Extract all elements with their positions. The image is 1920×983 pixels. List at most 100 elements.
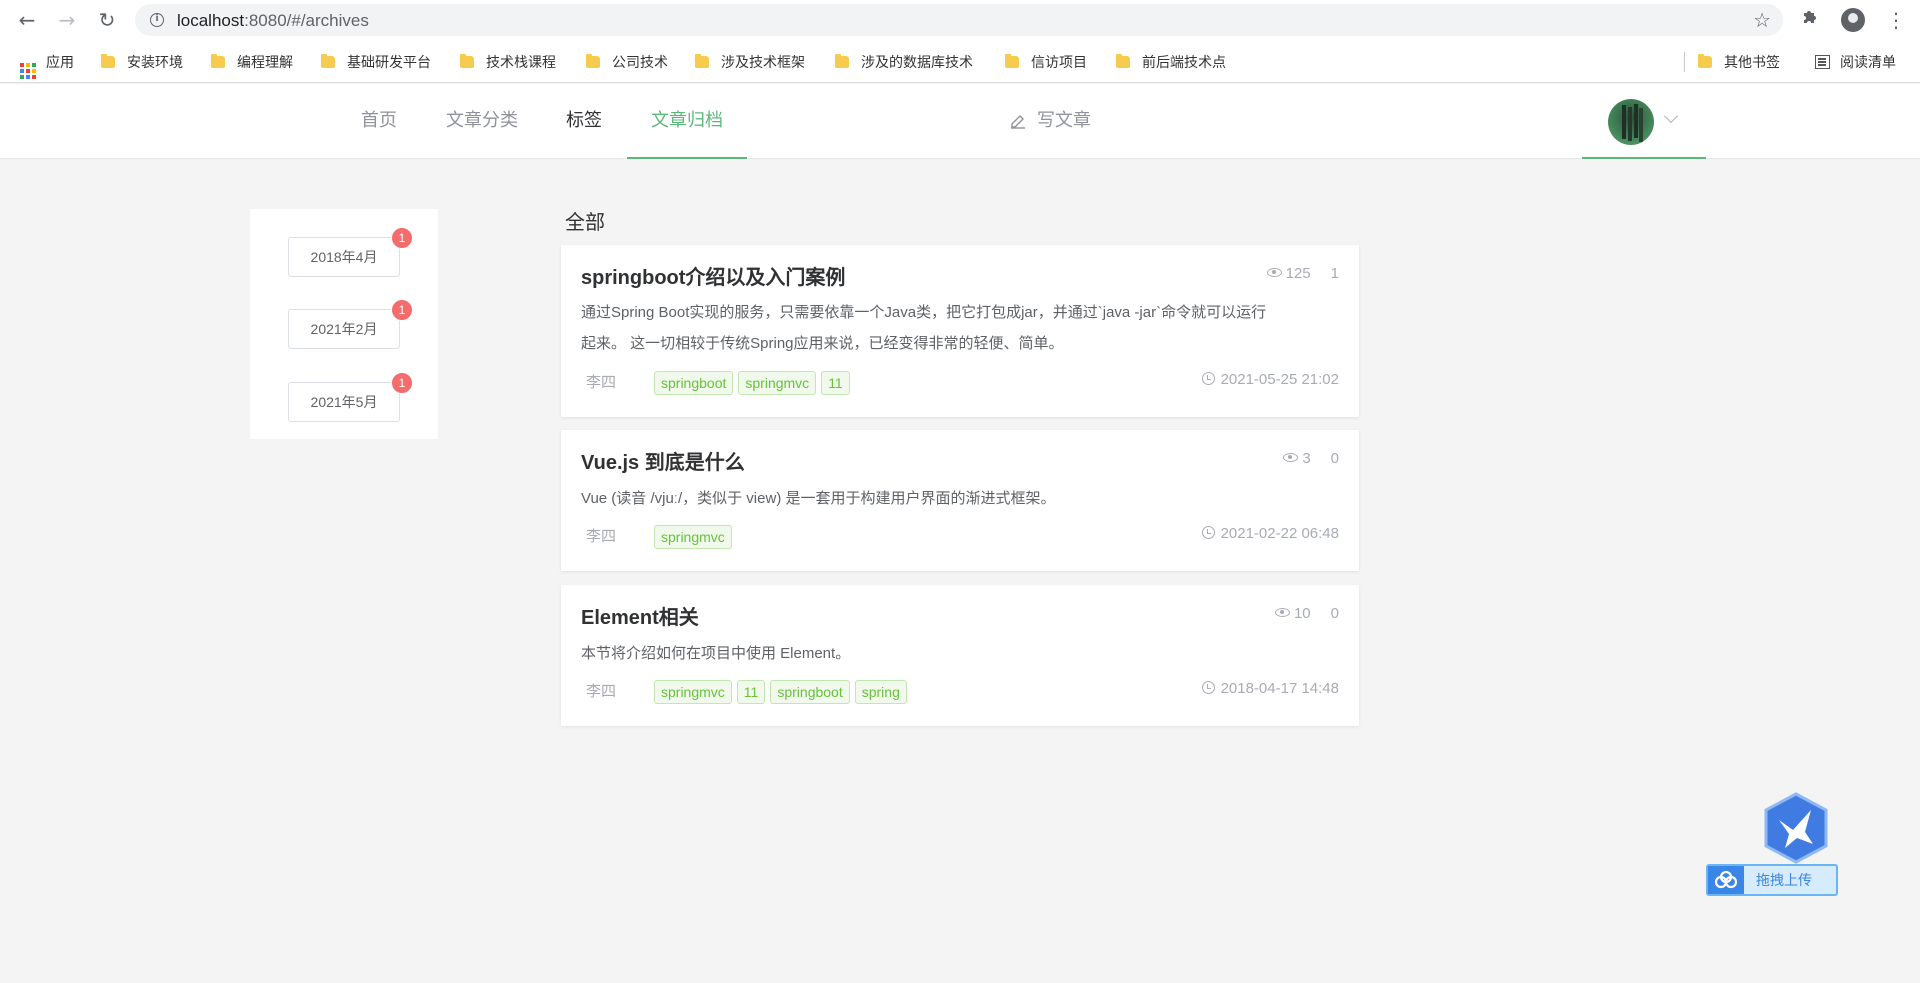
eye-icon — [1274, 608, 1290, 617]
article-card[interactable]: springboot介绍以及入门案例 125 1 通过Spring Boot实现的… — [561, 245, 1359, 417]
article-summary: Vue (读音 /vjuː/，类似于 view) 是一套用于构建用户界面的渐进式… — [581, 490, 1056, 507]
clock-icon — [1201, 372, 1215, 385]
article-title[interactable]: springboot介绍以及入门案例 — [581, 261, 845, 290]
eye-icon — [1266, 268, 1282, 277]
bookmark-folder[interactable]: 涉及技术框架 — [695, 51, 805, 73]
folder-icon — [211, 54, 225, 68]
bookmark-folder[interactable]: 信访项目 — [1005, 51, 1087, 73]
avatar[interactable] — [1608, 99, 1654, 145]
folder-icon — [101, 54, 115, 68]
nav-archives[interactable]: 文章归档 — [627, 84, 747, 159]
author-name: 李四 — [586, 528, 617, 545]
article-card[interactable]: Vue.js 到底是什么 30 Vue (读音 /vjuː/，类似于 view)… — [561, 430, 1359, 571]
pen-icon — [1011, 115, 1025, 129]
archive-month-button[interactable]: 2021年2月 1 — [288, 299, 413, 349]
folder-icon — [460, 54, 474, 68]
view-count: 125 — [1285, 265, 1311, 282]
bookmark-folder[interactable]: 公司技术 — [586, 51, 668, 73]
reading-list-icon — [1815, 55, 1830, 69]
archive-month-button[interactable]: 2021年5月 1 — [288, 372, 413, 422]
chevron-down-icon[interactable] — [1663, 108, 1679, 124]
article-stats: 125 1 — [1266, 265, 1339, 282]
bookmarks-divider — [1684, 52, 1685, 72]
article-footer: 李四 springboot springmvc 11 — [586, 371, 855, 395]
view-count: 3 — [1302, 450, 1311, 467]
folder-icon — [586, 54, 600, 68]
tag[interactable]: spring — [854, 680, 907, 704]
comment-count: 1 — [1330, 265, 1339, 282]
bird-logo-icon[interactable] — [1763, 792, 1829, 864]
article-stats: 10 0 — [1274, 605, 1339, 622]
apps-grid-icon — [20, 63, 36, 79]
tag[interactable]: springmvc — [654, 525, 732, 549]
author-name: 李四 — [586, 683, 617, 700]
count-badge: 1 — [391, 372, 413, 394]
nav-categories[interactable]: 文章分类 — [432, 84, 532, 159]
folder-icon — [1116, 54, 1130, 68]
bookmarks-bar: 应用 安装环境 编程理解 基础研发平台 技术栈课程 公司技术 涉及技术框架 涉及… — [0, 41, 1920, 83]
tag[interactable]: 11 — [821, 371, 850, 395]
clock-icon — [1201, 526, 1215, 539]
drag-upload-widget[interactable]: 拖拽上传 — [1706, 792, 1838, 898]
nav-tags[interactable]: 标签 — [548, 84, 620, 159]
folder-icon — [321, 54, 335, 68]
site-header: 首页 文章分类 标签 文章归档 写文章 — [0, 84, 1920, 159]
clock-icon — [1201, 681, 1215, 694]
upload-bar[interactable]: 拖拽上传 — [1706, 864, 1838, 896]
article-footer: 李四 springmvc — [586, 525, 737, 549]
back-arrow-icon[interactable]: ← — [15, 8, 39, 32]
eye-icon — [1283, 453, 1299, 462]
site-info-icon[interactable]: i — [150, 13, 164, 27]
tag[interactable]: springboot — [770, 680, 850, 704]
article-stats: 30 — [1283, 450, 1339, 467]
url-text[interactable]: localhost:8080/#/archives — [177, 11, 369, 31]
tag[interactable]: springboot — [654, 371, 734, 395]
section-title: 全部 — [565, 212, 605, 234]
view-count: 10 — [1293, 605, 1311, 622]
more-menu-icon[interactable]: ⋮ — [1886, 8, 1906, 32]
article-title[interactable]: Vue.js 到底是什么 — [581, 446, 745, 475]
article-summary: 通过Spring Boot实现的服务，只需要依靠一个Java类，把它打包成jar… — [581, 304, 1267, 352]
folder-icon — [695, 54, 709, 68]
article-date: 2018-04-17 14:48 — [1201, 680, 1339, 697]
folder-icon — [1005, 54, 1019, 68]
bookmark-folder[interactable]: 涉及的数据库技术 — [835, 51, 973, 73]
bookmark-folder[interactable]: 基础研发平台 — [321, 51, 431, 73]
folder-icon — [1698, 54, 1712, 68]
forward-arrow-icon[interactable]: → — [55, 8, 79, 32]
bookmark-star-icon[interactable]: ☆ — [1753, 8, 1771, 32]
reading-list[interactable]: 阅读清单 — [1815, 51, 1896, 73]
article-date: 2021-02-22 06:48 — [1201, 525, 1339, 542]
address-bar[interactable]: i localhost:8080/#/archives ☆ — [135, 4, 1783, 36]
folder-icon — [835, 54, 849, 68]
other-bookmarks[interactable]: 其他书签 — [1698, 51, 1780, 73]
comment-count: 0 — [1330, 450, 1339, 467]
bookmark-folder[interactable]: 前后端技术点 — [1116, 51, 1226, 73]
bookmark-folder[interactable]: 技术栈课程 — [460, 51, 556, 73]
nav-home[interactable]: 首页 — [338, 84, 420, 159]
archive-month-button[interactable]: 2018年4月 1 — [288, 227, 413, 277]
profile-avatar-icon[interactable] — [1841, 8, 1865, 32]
archive-sidebar: 2018年4月 1 2021年2月 1 2021年5月 1 — [250, 209, 438, 439]
article-footer: 李四 springmvc 11 springboot spring — [586, 680, 912, 704]
article-card[interactable]: Element相关 10 0 本节将介绍如何在项目中使用 Element。 李四 s… — [561, 585, 1359, 726]
author-name: 李四 — [586, 374, 617, 391]
count-badge: 1 — [391, 227, 413, 249]
write-article-button[interactable]: 写文章 — [970, 84, 1130, 159]
article-summary: 本节将介绍如何在项目中使用 Element。 — [581, 645, 851, 662]
upload-label: 拖拽上传 — [1756, 872, 1812, 888]
tag[interactable]: 11 — [736, 680, 766, 704]
article-date: 2021-05-25 21:02 — [1201, 371, 1339, 388]
count-badge: 1 — [391, 299, 413, 321]
tag[interactable]: springmvc — [654, 680, 732, 704]
user-menu[interactable] — [1582, 84, 1706, 159]
bookmark-apps[interactable]: 应用 — [20, 51, 74, 79]
bookmark-folder[interactable]: 编程理解 — [211, 51, 293, 73]
cloud-icon — [1708, 866, 1744, 894]
article-title[interactable]: Element相关 — [581, 601, 699, 630]
reload-icon[interactable]: ↻ — [95, 8, 119, 32]
bookmark-folder[interactable]: 安装环境 — [101, 51, 183, 73]
browser-toolbar: ← → ↻ i localhost:8080/#/archives ☆ ⋮ — [0, 0, 1920, 41]
extensions-puzzle-icon[interactable] — [1801, 8, 1819, 33]
tag[interactable]: springmvc — [738, 371, 817, 395]
